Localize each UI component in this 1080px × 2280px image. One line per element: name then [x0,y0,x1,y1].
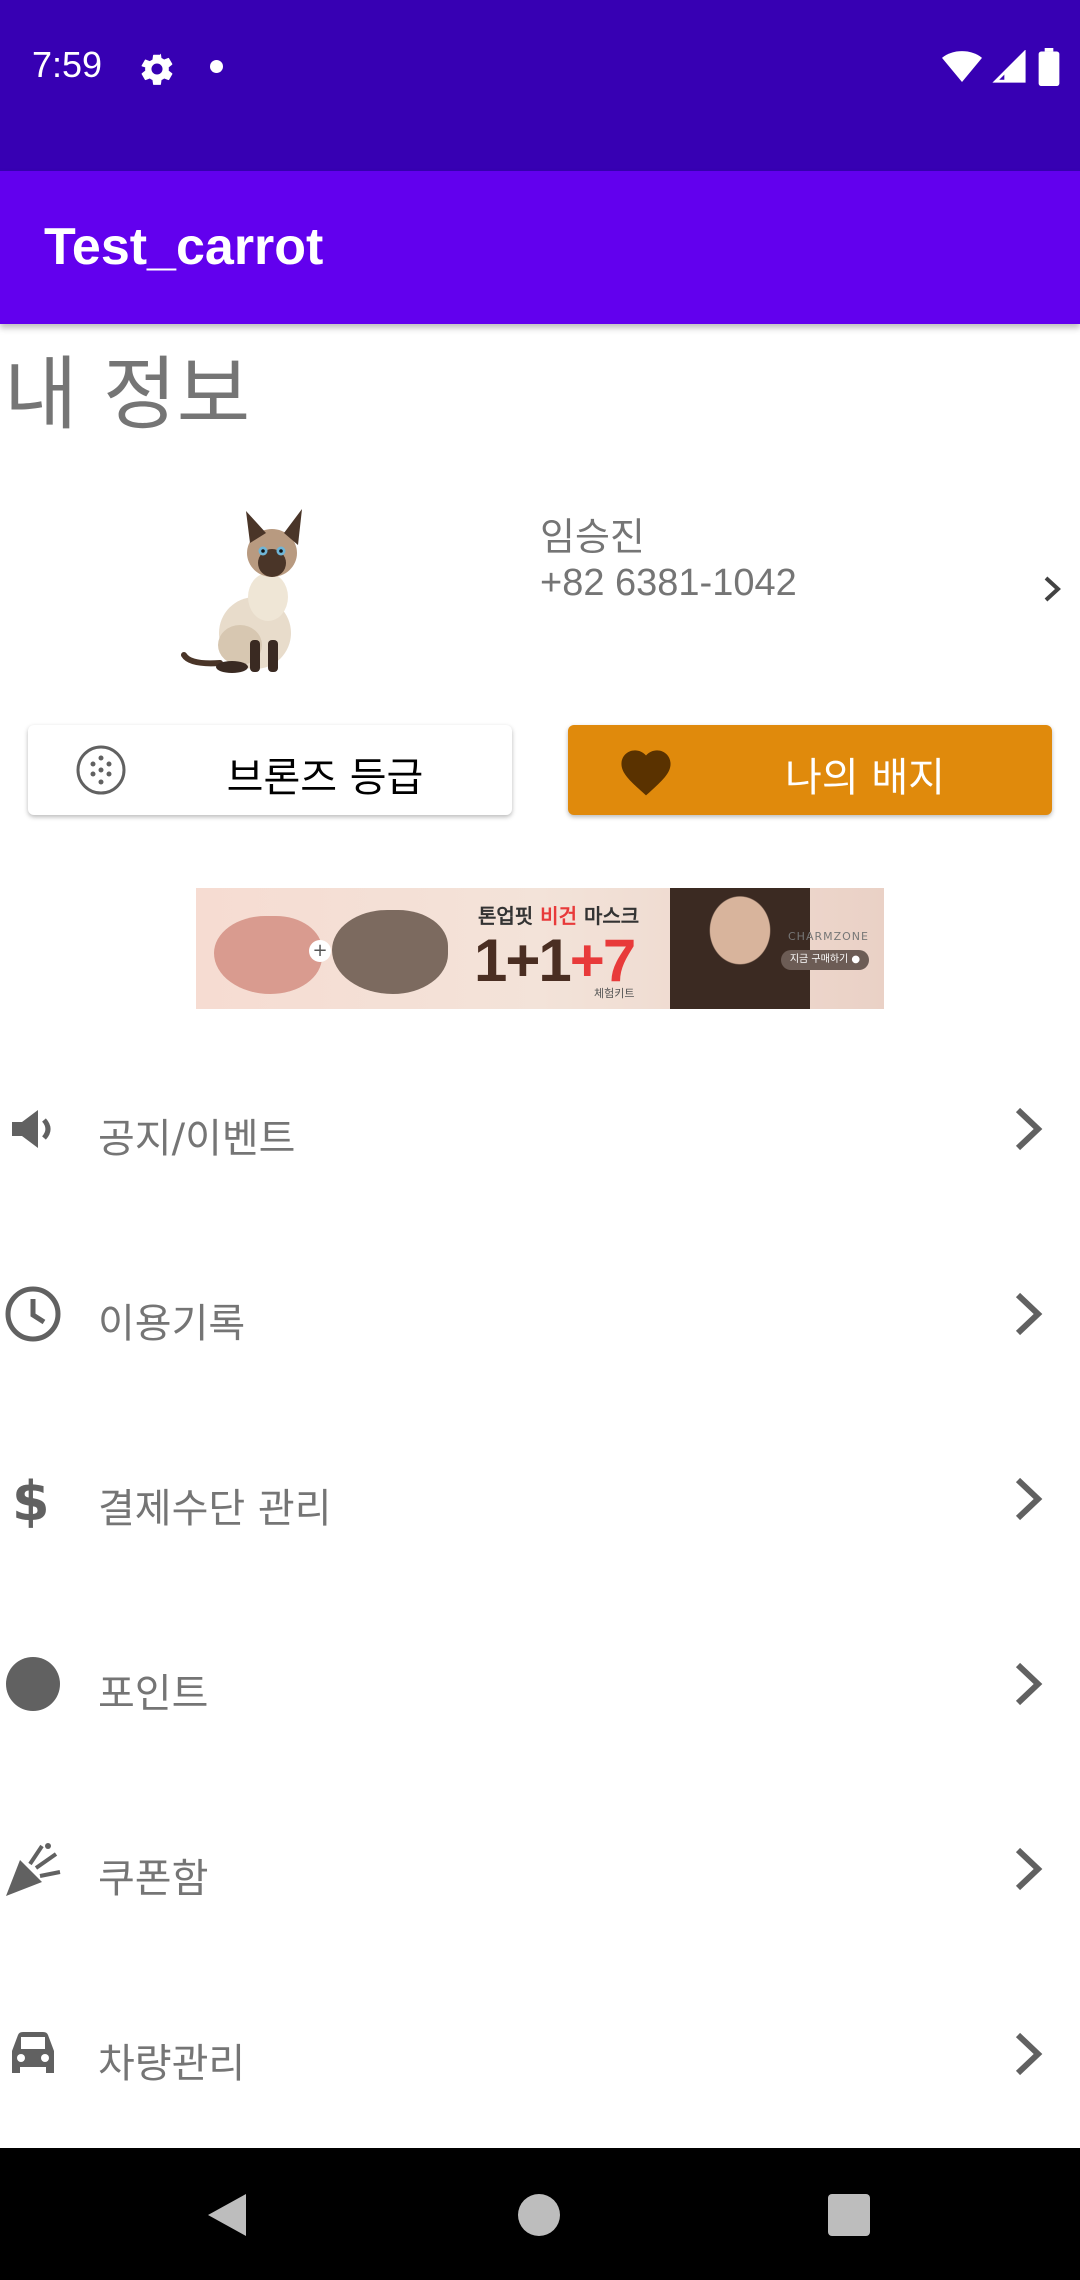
profile-name: 임승진 [540,515,645,559]
menu-label: 결제수단 관리 [98,1486,332,1532]
status-icons [942,48,1060,86]
ad-big-accent: +7 [569,927,636,994]
menu-item-history[interactable]: 이용기록 [0,1221,1080,1406]
ad-banner[interactable]: + 톤업핏 비건 마스크 1+1+7 체험키트 CHARMZONE 지금 구매하… [196,888,884,1009]
megaphone-icon [12,1110,51,1148]
notification-dot-icon [210,60,223,73]
ad-mask-pink [214,916,322,994]
ad-headline-part2: 마스크 [576,904,640,928]
menu-item-payment[interactable]: $ 결제수단 관리 [0,1406,1080,1591]
signal-icon [992,50,1026,83]
grade-button[interactable]: 브론즈 등급 [28,725,512,815]
menu-item-points[interactable]: 포인트 [0,1591,1080,1776]
svg-text:$: $ [12,1470,50,1530]
car-icon [12,2032,54,2073]
page-title: 내 정보 [4,348,251,441]
ad-plus-icon: + [309,940,331,962]
party-popper-icon [6,1843,61,1896]
dollar-icon: $ [12,1470,50,1530]
status-time: 7:59 [32,44,103,85]
menu-item-vehicle[interactable]: 차량관리 [0,1961,1080,2146]
status-bar: 7:59 [0,0,1080,171]
menu-label: 공지/이벤트 [98,1116,296,1162]
badge-label: 나의 배지 [785,755,945,801]
menu-label: 포인트 [98,1671,209,1717]
profile-phone: +82 6381-1042 [540,562,797,604]
ad-big-main: 1+1 [474,927,572,994]
back-icon[interactable] [206,2192,248,2238]
menu-label: 쿠폰함 [98,1856,209,1902]
app-title: Test_carrot [44,218,324,276]
system-nav-bar [0,2148,1080,2280]
chevron-right-icon[interactable] [1040,574,1066,604]
clock-icon [5,1286,61,1342]
ad-headline: 톤업핏 비건 마스크 [478,900,639,929]
ad-headline-part1: 톤업핏 [478,904,541,928]
recents-icon[interactable] [828,2194,870,2236]
ad-headline-accent: 비건 [540,904,577,928]
ad-sub-text: 체험키트 [594,987,635,1000]
chevron-right-icon [1015,1107,1043,1151]
chevron-right-icon [1015,1847,1043,1891]
badge-button[interactable]: 나의 배지 [568,725,1052,815]
home-icon[interactable] [518,2194,560,2236]
circle-icon [6,1657,60,1711]
ad-model-image [670,888,810,1009]
profile-avatar [181,509,302,673]
ad-cta-button[interactable]: 지금 구매하기 ● [781,950,869,970]
chevron-right-icon [1015,2032,1043,2076]
ad-mask-brown [332,910,448,994]
chevron-right-icon [1015,1662,1043,1706]
battery-icon [1038,48,1060,86]
menu-label: 차량관리 [98,2041,246,2087]
menu-item-coupons[interactable]: 쿠폰함 [0,1776,1080,1961]
chevron-right-icon [1015,1477,1043,1521]
ad-brand: CHARMZONE [788,930,869,943]
app-bar: Test_carrot [0,171,1080,324]
grade-label: 브론즈 등급 [226,755,424,801]
chevron-right-icon [1015,1292,1043,1336]
menu-item-notice[interactable]: 공지/이벤트 [0,1036,1080,1221]
gear-icon [141,53,173,85]
menu-label: 이용기록 [98,1301,246,1347]
wifi-icon [942,51,982,82]
